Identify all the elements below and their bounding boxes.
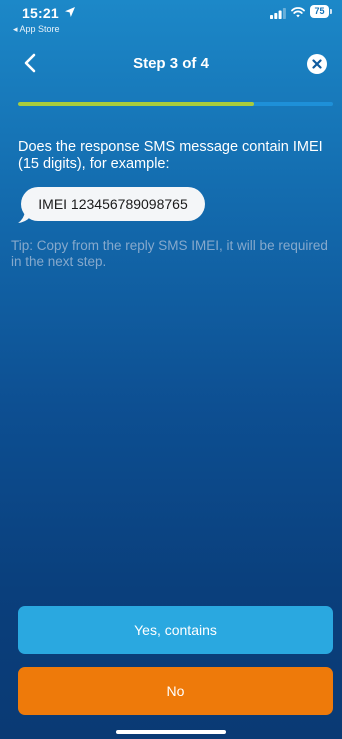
step-title: Step 3 of 4	[133, 55, 209, 72]
wifi-icon	[291, 7, 305, 18]
battery-nub	[330, 9, 332, 14]
status-time: 15:21	[22, 5, 59, 21]
location-arrow-icon	[65, 7, 75, 17]
step-progress-bar	[18, 102, 333, 106]
chevron-left-icon	[24, 53, 36, 73]
step-progress-fill	[18, 102, 255, 106]
status-bar: 15:21 ◂ App Store 75	[0, 0, 342, 40]
home-indicator[interactable]	[116, 730, 226, 734]
back-button[interactable]	[21, 52, 41, 74]
battery-level: 75	[310, 5, 329, 18]
imei-question: Does the response SMS message contain IM…	[18, 139, 323, 172]
no-button[interactable]: No	[18, 667, 333, 715]
back-to-app-store-link[interactable]: ◂ App Store	[13, 24, 60, 35]
yes-contains-button[interactable]: Yes, contains	[18, 606, 333, 654]
sms-example-bubble: IMEI 123456789098765	[21, 187, 205, 221]
tip-text: Tip: Copy from the reply SMS IMEI, it wi…	[11, 238, 328, 269]
close-button[interactable]	[307, 54, 327, 74]
screen: 15:21 ◂ App Store 75 Step 3 of 4 Does th…	[0, 0, 342, 739]
close-icon	[312, 59, 322, 69]
battery-indicator: 75	[310, 5, 333, 18]
cellular-signal-icon	[270, 8, 286, 19]
